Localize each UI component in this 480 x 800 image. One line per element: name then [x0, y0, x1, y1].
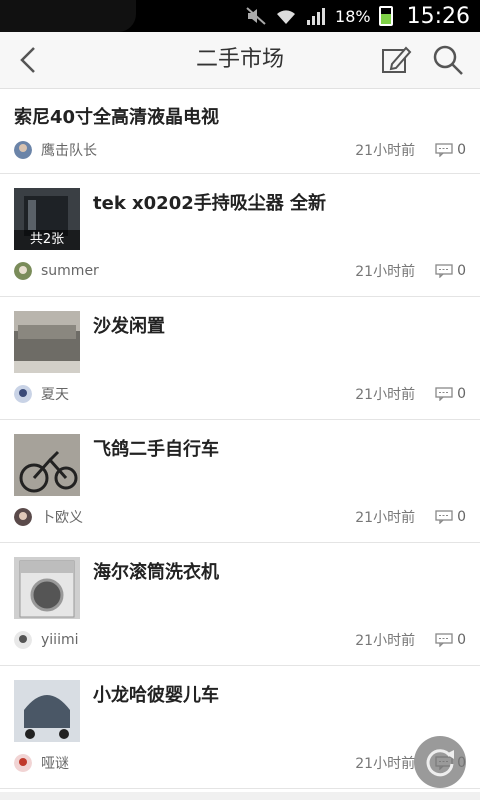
item-thumbnail: 共2张: [14, 188, 80, 250]
item-time: 21小时前: [355, 264, 416, 280]
item-comment-count: 0: [457, 142, 466, 158]
item-title: 飞鸽二手自行车: [93, 439, 219, 460]
item-author: 卜欧义: [41, 510, 83, 526]
refresh-button[interactable]: [414, 736, 466, 788]
status-icons: 18% 15:26: [245, 0, 470, 32]
clock: 15:26: [406, 3, 470, 29]
comment-icon: [435, 510, 453, 524]
item-time: 21小时前: [355, 756, 416, 772]
avatar: [14, 754, 32, 772]
list-item[interactable]: 沙发闲置 夏天 21小时前 0: [0, 297, 480, 420]
avatar: [14, 385, 32, 403]
item-meta: 鹰击队长 21小时前 0: [14, 139, 466, 161]
item-meta: summer 21小时前 0: [14, 260, 466, 282]
bottom-edge: [0, 792, 480, 800]
list-item[interactable]: 海尔滚筒洗衣机 yiiimi 21小时前 0: [0, 543, 480, 666]
search-icon[interactable]: [430, 42, 466, 78]
item-author: 鹰击队长: [41, 143, 97, 159]
status-bar-notch: [0, 0, 136, 32]
item-author: 夏天: [41, 387, 69, 403]
item-comment-count: 0: [457, 263, 466, 279]
list-item[interactable]: 小龙哈彼婴儿车 哑谜 21小时前 0: [0, 666, 480, 789]
item-comment-count: 0: [457, 386, 466, 402]
battery-icon: [378, 6, 393, 26]
item-title: 小龙哈彼婴儿车: [93, 685, 219, 706]
avatar: [14, 262, 32, 280]
item-time: 21小时前: [355, 143, 416, 159]
item-time: 21小时前: [355, 510, 416, 526]
status-bar: 18% 15:26: [0, 0, 480, 32]
item-meta: 卜欧义 21小时前 0: [14, 506, 466, 528]
item-comment-count: 0: [457, 509, 466, 525]
nav-bar: 二手市场: [0, 32, 480, 89]
list-item[interactable]: 飞鸽二手自行车 卜欧义 21小时前 0: [0, 420, 480, 543]
item-thumbnail: [14, 434, 80, 496]
item-title: 索尼40寸全高清液晶电视: [14, 107, 220, 128]
item-author: yiiimi: [41, 632, 79, 648]
item-meta: yiiimi 21小时前 0: [14, 629, 466, 651]
comment-icon: [435, 633, 453, 647]
item-author: 哑谜: [41, 756, 69, 772]
item-comment-count: 0: [457, 632, 466, 648]
signal-icon: [307, 8, 326, 25]
avatar: [14, 508, 32, 526]
image-count-badge: 共2张: [14, 230, 80, 250]
avatar: [14, 631, 32, 649]
item-thumbnail: [14, 680, 80, 742]
mute-icon: [246, 7, 266, 25]
compose-icon[interactable]: [378, 42, 414, 78]
list-item[interactable]: 索尼40寸全高清液晶电视 鹰击队长 21小时前 0: [0, 89, 480, 174]
item-time: 21小时前: [355, 387, 416, 403]
item-thumbnail: [14, 311, 80, 373]
item-thumbnail: [14, 557, 80, 619]
item-time: 21小时前: [355, 633, 416, 649]
comment-icon: [435, 264, 453, 278]
item-title: 海尔滚筒洗衣机: [93, 562, 219, 583]
item-meta: 夏天 21小时前 0: [14, 383, 466, 405]
comment-icon: [435, 143, 453, 157]
wifi-icon: [277, 10, 296, 24]
comment-icon: [435, 387, 453, 401]
refresh-icon: [426, 749, 454, 777]
battery-percent: 18%: [335, 6, 371, 26]
post-list: 索尼40寸全高清液晶电视 鹰击队长 21小时前 0 共2张 tek x0202手…: [0, 89, 480, 789]
list-item[interactable]: 共2张 tek x0202手持吸尘器 全新 summer 21小时前 0: [0, 174, 480, 297]
item-author: summer: [41, 263, 99, 279]
item-meta: 哑谜 21小时前 0: [14, 752, 466, 774]
avatar: [14, 141, 32, 159]
item-title: tek x0202手持吸尘器 全新: [93, 193, 327, 214]
item-title: 沙发闲置: [93, 316, 165, 337]
